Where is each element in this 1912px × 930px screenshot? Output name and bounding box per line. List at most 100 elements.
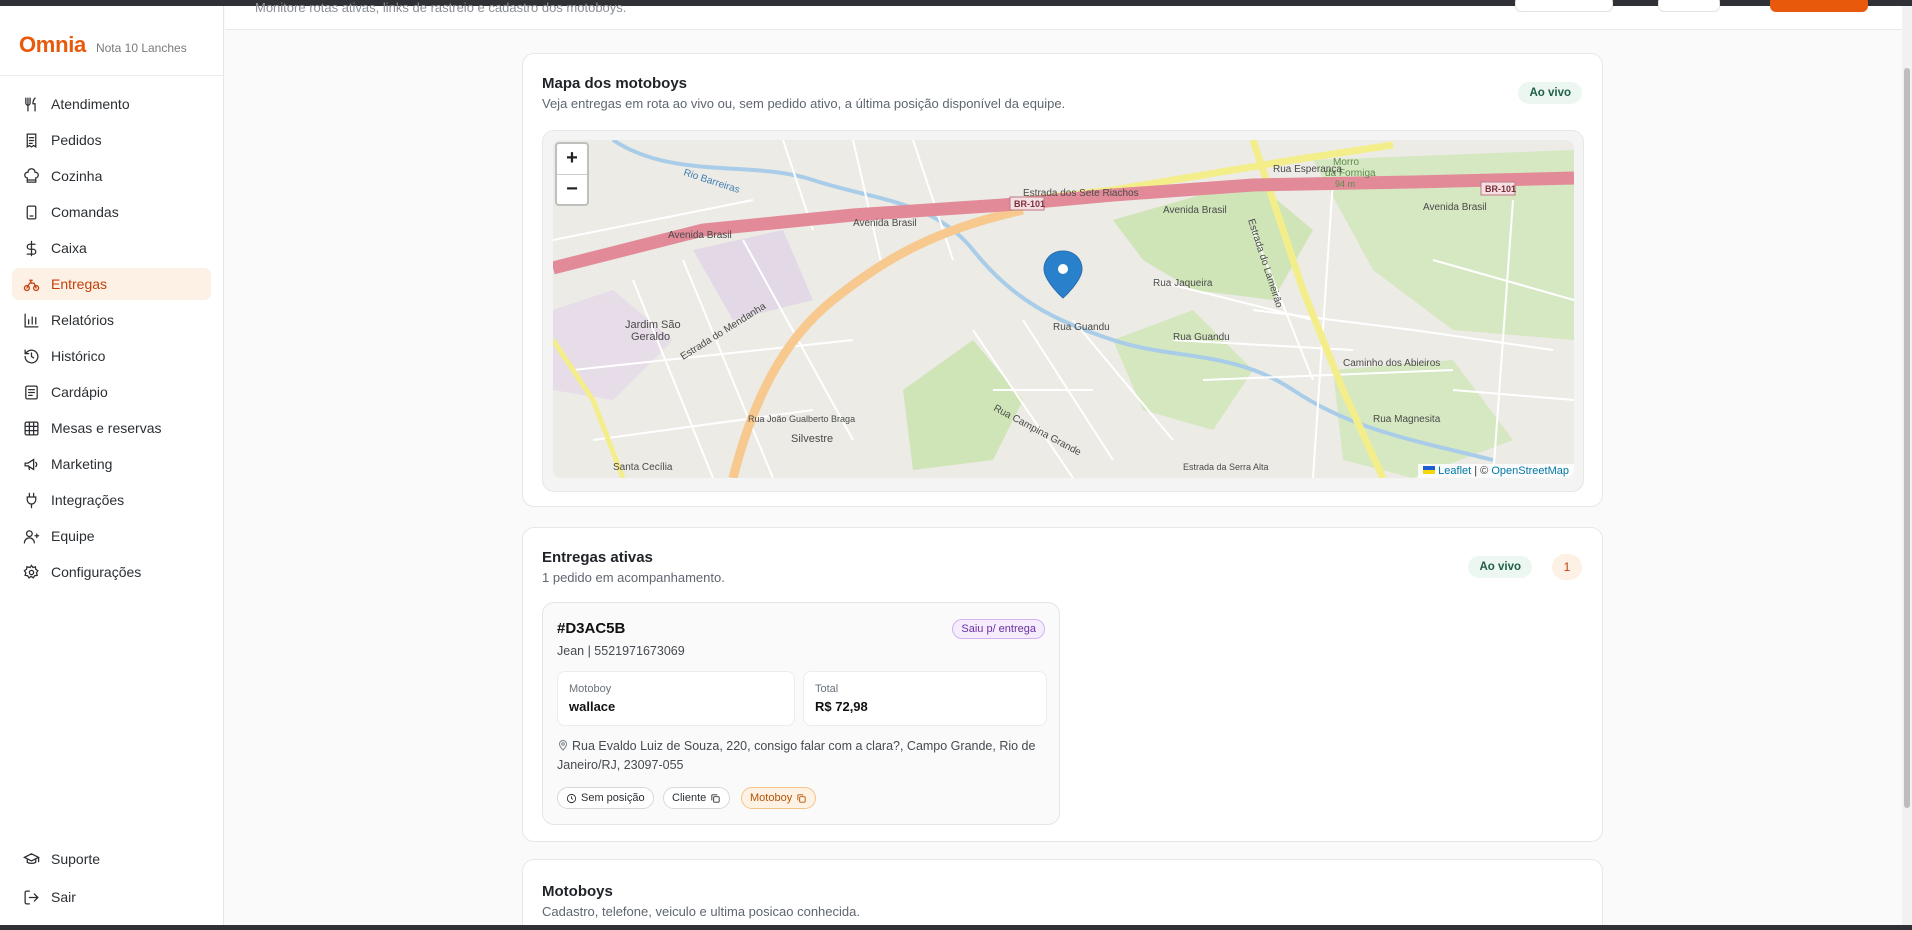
map-label: Rua Guandu — [1053, 322, 1110, 333]
client-chip-label: Cliente — [672, 792, 707, 804]
sidebar-item-label: Cardápio — [51, 384, 108, 400]
sidebar-item-cardapio[interactable]: Cardápio — [12, 376, 211, 408]
ukraine-flag-icon — [1423, 466, 1436, 474]
copy-client-link-button[interactable]: Cliente — [663, 787, 731, 809]
sidebar-item-label: Integrações — [51, 492, 125, 508]
scrollbar-thumb[interactable] — [1904, 68, 1910, 808]
sidebar-item-relatorios[interactable]: Relatórios — [12, 304, 211, 336]
delivery-map[interactable]: Avenida Brasil Avenida Brasil Avenida Br… — [553, 140, 1574, 478]
map-card-description: Veja entregas em rota ao vivo ou, sem pe… — [542, 96, 1066, 111]
brand-logo[interactable]: Omnia — [19, 32, 86, 58]
chef-hat-icon — [24, 167, 39, 183]
sidebar-item-label: Marketing — [51, 456, 113, 472]
sidebar-item-marketing[interactable]: Marketing — [12, 448, 211, 480]
header-button[interactable] — [1515, 0, 1613, 12]
active-deliveries-title: Entregas ativas — [542, 549, 653, 566]
map-label: Avenida Brasil — [853, 218, 917, 229]
sidebar-item-label: Configurações — [51, 564, 142, 580]
header-button[interactable] — [1658, 0, 1720, 12]
bar-chart-icon — [24, 312, 39, 328]
header-primary-button[interactable] — [1770, 0, 1868, 12]
page-header: Monitore rotas ativas, links de rastreio… — [225, 0, 1912, 30]
map-label: Jardim São — [625, 319, 681, 331]
sidebar-item-integracoes[interactable]: Integrações — [12, 484, 211, 516]
sidebar-item-caixa[interactable]: Caixa — [12, 232, 211, 264]
window-bottom-strip — [0, 925, 1912, 930]
menu-book-icon — [25, 384, 38, 400]
osm-link[interactable]: OpenStreetMap — [1491, 465, 1569, 477]
brand: Omnia Nota 10 Lanches — [0, 6, 223, 76]
bike-icon — [23, 279, 40, 291]
map-label: Estrada da Serra Alta — [1183, 462, 1269, 472]
map-label: Rua João Gualberto Braga — [748, 414, 855, 424]
highway-shield: BR-101 — [1485, 184, 1516, 194]
active-deliveries-card: Entregas ativas 1 pedido em acompanhamen… — [522, 527, 1603, 842]
dollar-icon — [26, 240, 37, 256]
sidebar-item-pedidos[interactable]: Pedidos — [12, 124, 211, 156]
graduation-cap-icon — [23, 852, 40, 864]
grid-icon — [24, 420, 39, 436]
sidebar-item-suporte[interactable]: Suporte — [12, 843, 211, 875]
motoboy-chip-label: Motoboy — [750, 792, 793, 804]
map-card: Mapa dos motoboys Veja entregas em rota … — [522, 53, 1603, 507]
gear-icon — [23, 563, 39, 579]
history-icon — [24, 348, 39, 364]
tablet-icon — [26, 204, 37, 220]
utensils-icon — [25, 96, 36, 112]
map-tiles: Avenida Brasil Avenida Brasil Avenida Br… — [553, 140, 1574, 478]
sidebar-item-label: Sair — [51, 889, 76, 905]
sidebar-item-label: Caixa — [51, 240, 87, 256]
megaphone-icon — [24, 457, 38, 471]
sidebar-item-label: Histórico — [51, 348, 106, 364]
map-label: Santa Cecília — [613, 462, 673, 473]
map-card-title: Mapa dos motoboys — [542, 75, 688, 92]
total-box: Total R$ 72,98 — [803, 671, 1047, 726]
sidebar-item-label: Cozinha — [51, 168, 103, 184]
active-deliveries-description: 1 pedido em acompanhamento. — [542, 570, 725, 585]
leaflet-link[interactable]: Leaflet — [1438, 465, 1471, 477]
sidebar-item-label: Relatórios — [51, 312, 115, 328]
sidebar-item-comandas[interactable]: Comandas — [12, 196, 211, 228]
sidebar-item-equipe[interactable]: Equipe — [12, 520, 211, 552]
map-label: Rua Esperança — [1273, 164, 1342, 175]
live-badge: Ao vivo — [1518, 82, 1582, 104]
motoboys-title: Motoboys — [542, 883, 613, 900]
map-frame: Avenida Brasil Avenida Brasil Avenida Br… — [542, 130, 1584, 492]
motoboys-description: Cadastro, telefone, veiculo e ultima pos… — [542, 904, 860, 919]
map-label: Caminho dos Abieiros — [1343, 358, 1440, 369]
position-chip-label: Sem posição — [581, 792, 645, 804]
map-label: Silvestre — [791, 433, 833, 445]
sidebar-item-sair[interactable]: Sair — [12, 881, 211, 913]
live-badge: Ao vivo — [1468, 556, 1532, 578]
sidebar-item-configuracoes[interactable]: Configurações — [12, 556, 211, 588]
copy-icon — [797, 793, 806, 803]
sidebar-item-atendimento[interactable]: Atendimento — [12, 88, 211, 120]
sidebar-bottom-nav: Suporte Sair — [0, 843, 223, 925]
map-attribution: Leaflet | © OpenStreetMap — [1418, 464, 1574, 478]
sidebar-item-cozinha[interactable]: Cozinha — [12, 160, 211, 192]
status-badge: Saiu p/ entrega — [952, 619, 1045, 639]
position-chip: Sem posição — [557, 787, 654, 809]
highway-shield: BR-101 — [1014, 199, 1045, 209]
sidebar-item-mesas[interactable]: Mesas e reservas — [12, 412, 211, 444]
clock-icon — [566, 793, 577, 803]
map-label: Rua Jaqueira — [1153, 278, 1213, 289]
map-label: Rua Magnesita — [1373, 414, 1441, 425]
sidebar-item-entregas[interactable]: Entregas — [12, 268, 211, 300]
users-icon — [23, 529, 40, 544]
page-scrollbar[interactable] — [1902, 6, 1912, 925]
map-label: Rua Guandu — [1173, 332, 1230, 343]
motoboy-name: wallace — [569, 699, 616, 714]
zoom-out-button[interactable]: − — [557, 174, 587, 204]
active-count-badge: 1 — [1552, 554, 1582, 580]
sidebar-item-label: Mesas e reservas — [51, 420, 162, 436]
customer-info: Jean | 5521971673069 — [557, 644, 685, 658]
sidebar-item-historico[interactable]: Histórico — [12, 340, 211, 372]
attribution-separator: | © — [1474, 465, 1489, 477]
delivery-card[interactable]: #D3AC5B Saiu p/ entrega Jean | 552197167… — [542, 602, 1060, 825]
sidebar-item-label: Entregas — [51, 276, 108, 292]
copy-motoboy-link-button[interactable]: Motoboy — [741, 787, 817, 809]
sidebar-item-label: Suporte — [51, 851, 101, 867]
delivery-address: Rua Evaldo Luiz de Souza, 220, consigo f… — [557, 737, 1049, 775]
zoom-in-button[interactable]: + — [557, 144, 587, 174]
